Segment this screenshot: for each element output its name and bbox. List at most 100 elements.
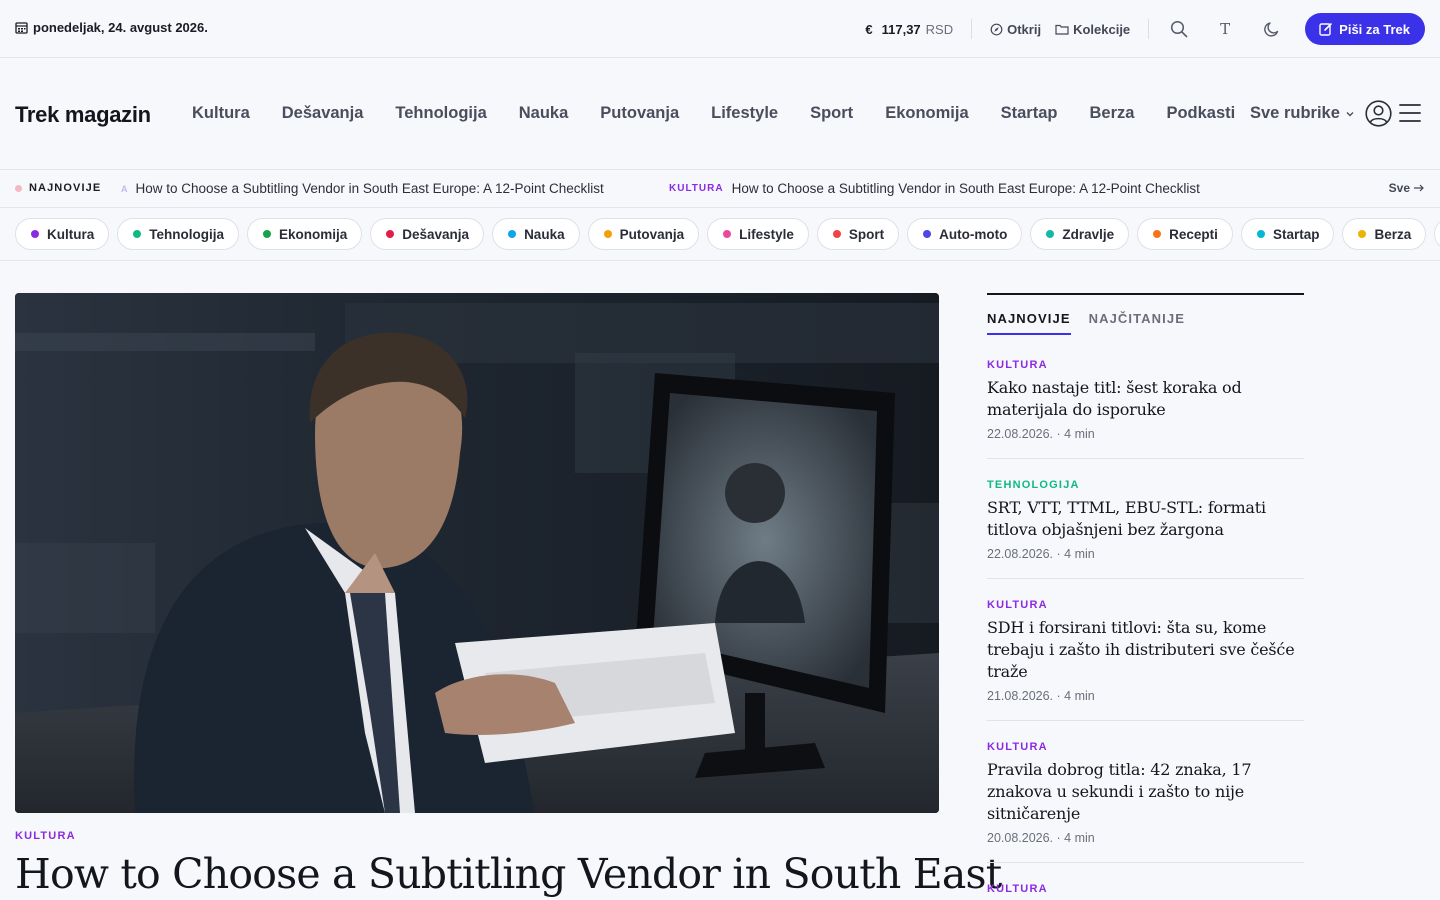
category-chip[interactable]: Ekonomija bbox=[247, 218, 363, 250]
category-color-dot bbox=[508, 230, 517, 238]
article-category[interactable]: KULTURA bbox=[987, 741, 1304, 753]
nav-item-sport[interactable]: Sport bbox=[810, 104, 853, 123]
category-chip-label: Kultura bbox=[47, 226, 95, 242]
article-meta: 22.08.2026. · 4 min bbox=[987, 547, 1095, 561]
site-logo[interactable]: Trek magazin bbox=[15, 102, 151, 128]
hero-image[interactable] bbox=[15, 293, 939, 813]
sidebar-article[interactable]: KULTURA Kako nastaje titl: šest koraka od… bbox=[987, 335, 1304, 459]
ticker-label-text: NAJNOVIJE bbox=[29, 182, 102, 194]
currency-value: 117,37 bbox=[881, 21, 921, 37]
article-title[interactable]: SDH i forsirani titlovi: šta su, kome tr… bbox=[987, 617, 1304, 683]
category-color-dot bbox=[723, 230, 732, 238]
folder-icon bbox=[1055, 23, 1069, 35]
category-color-dot bbox=[832, 230, 841, 238]
article-meta: 22.08.2026. · 4 min bbox=[987, 427, 1095, 441]
sidebar-article[interactable]: TEHNOLOGIJA SRT, VTT, TTML, EBU-STL: form… bbox=[987, 459, 1304, 579]
nav-item-nauka[interactable]: Nauka bbox=[519, 104, 569, 123]
menu-button[interactable] bbox=[1398, 102, 1422, 124]
nav-item-kultura[interactable]: Kultura bbox=[192, 104, 250, 123]
latest-articles-sidebar: NAJNOVIJE NAJČITANIJE KULTURA Kako nastaj… bbox=[987, 293, 1304, 900]
nav-item-lifestyle[interactable]: Lifestyle bbox=[711, 104, 778, 123]
hero-title[interactable]: How to Choose a Subtitling Vendor in Sou… bbox=[15, 850, 1002, 898]
category-chip[interactable]: Dešavanja bbox=[370, 218, 485, 250]
euro-symbol: € bbox=[865, 21, 873, 37]
sidebar-article[interactable]: KULTURA SDH i forsirani titlovi: šta su, … bbox=[987, 579, 1304, 721]
category-chip-list: Kultura Tehnologija Ekonomija Dešavanja Nauk… bbox=[15, 218, 1440, 250]
date-text: ponedeljak, 24. avgust 2026. bbox=[33, 20, 208, 35]
tab-latest[interactable]: NAJNOVIJE bbox=[987, 311, 1071, 335]
collections-label: Kolekcije bbox=[1073, 21, 1131, 37]
text-size-icon: T bbox=[1220, 20, 1231, 38]
category-chip-label: Ekonomija bbox=[279, 226, 348, 242]
write-for-trek-label: Piši za Trek bbox=[1339, 21, 1410, 37]
nav-item-podkasti[interactable]: Podkasti bbox=[1166, 104, 1235, 123]
discover-link[interactable]: Otkrij bbox=[990, 22, 1041, 37]
article-title[interactable]: Kako nastaje titl: šest koraka od materi… bbox=[987, 377, 1304, 421]
all-sections-dropdown[interactable]: Sve rubrike bbox=[1250, 104, 1355, 123]
edit-icon bbox=[1319, 22, 1333, 36]
article-category[interactable]: KULTURA bbox=[987, 599, 1304, 611]
article-category[interactable]: KULTURA bbox=[987, 359, 1304, 371]
main-nav: Kultura Dešavanja Tehnologija Nauka Puto… bbox=[192, 104, 1267, 123]
arrow-right-icon bbox=[1413, 183, 1425, 193]
nav-item-startap[interactable]: Startap bbox=[1001, 104, 1058, 123]
category-chip[interactable]: Lifestyle bbox=[707, 218, 809, 250]
category-chip[interactable]: Tehnologija bbox=[117, 218, 239, 250]
article-category[interactable]: KULTURA bbox=[987, 883, 1304, 895]
category-color-dot bbox=[386, 230, 395, 238]
article-meta: 21.08.2026. · 4 min bbox=[987, 689, 1095, 703]
sidebar-article-list: KULTURA Kako nastaje titl: šest koraka od… bbox=[987, 335, 1304, 900]
category-chip-label: Dešavanja bbox=[402, 226, 470, 242]
search-button[interactable] bbox=[1167, 17, 1191, 41]
top-actions: € 117,37 RSD Otkrij Kolekcije T Piši za … bbox=[865, 13, 1425, 45]
category-chip[interactable]: Nauka bbox=[492, 218, 580, 250]
category-chip[interactable]: Putovanja bbox=[587, 218, 700, 250]
discover-label: Otkrij bbox=[1007, 21, 1042, 37]
category-chip[interactable]: Berza bbox=[1342, 218, 1427, 250]
dark-mode-toggle[interactable] bbox=[1259, 17, 1283, 41]
category-color-dot bbox=[1046, 230, 1055, 238]
ticker-item-category: A bbox=[121, 183, 128, 194]
nav-item-tehnologija[interactable]: Tehnologija bbox=[395, 104, 486, 123]
article-meta: 20.08.2026. · 4 min bbox=[987, 831, 1095, 845]
collections-link[interactable]: Kolekcije bbox=[1055, 22, 1130, 37]
nav-item-putovanja[interactable]: Putovanja bbox=[600, 104, 679, 123]
sidebar-article[interactable]: KULTURA bbox=[987, 863, 1304, 900]
nav-item-berza[interactable]: Berza bbox=[1089, 104, 1134, 123]
ticker-label: NAJNOVIJE bbox=[15, 182, 101, 194]
category-chip[interactable]: Kultura bbox=[15, 218, 110, 250]
moon-icon bbox=[1263, 21, 1280, 38]
category-color-dot bbox=[923, 230, 932, 238]
nav-item-desavanja[interactable]: Dešavanja bbox=[282, 104, 364, 123]
divider bbox=[1148, 19, 1150, 39]
category-chip-label: Putovanja bbox=[619, 226, 685, 242]
article-category[interactable]: TEHNOLOGIJA bbox=[987, 479, 1304, 491]
category-chip-label: Nauka bbox=[524, 226, 565, 242]
write-for-trek-button[interactable]: Piši za Trek bbox=[1305, 13, 1425, 45]
category-chip[interactable]: Zdravlje bbox=[1030, 218, 1130, 250]
category-chip[interactable]: Auto-moto bbox=[907, 218, 1023, 250]
hero-category[interactable]: KULTURA bbox=[15, 830, 76, 842]
category-chip-label: Berza bbox=[1374, 226, 1412, 242]
category-chip[interactable]: Satira bbox=[1434, 218, 1440, 250]
calendar-icon bbox=[15, 21, 28, 34]
news-ticker: NAJNOVIJE A How to Choose a Subtitling V… bbox=[0, 170, 1440, 208]
tab-most-read[interactable]: NAJČITANIJE bbox=[1089, 311, 1185, 335]
search-icon bbox=[1170, 20, 1188, 38]
user-icon bbox=[1365, 100, 1392, 127]
text-size-button[interactable]: T bbox=[1213, 17, 1237, 41]
sidebar-article[interactable]: KULTURA Pravila dobrog titla: 42 znaka, 1… bbox=[987, 721, 1304, 863]
currency-unit: RSD bbox=[925, 21, 954, 37]
ticker-item[interactable]: KULTURA How to Choose a Subtitling Vendo… bbox=[669, 181, 1200, 196]
category-chip[interactable]: Sport bbox=[816, 218, 900, 250]
compass-icon bbox=[990, 23, 1003, 36]
ticker-all-link[interactable]: Sve bbox=[1389, 181, 1425, 195]
nav-item-ekonomija[interactable]: Ekonomija bbox=[885, 104, 968, 123]
ticker-item[interactable]: A How to Choose a Subtitling Vendor in S… bbox=[121, 181, 604, 196]
category-chip[interactable]: Startap bbox=[1240, 218, 1335, 250]
user-account-button[interactable] bbox=[1365, 100, 1392, 127]
article-title[interactable]: SRT, VTT, TTML, EBU-STL: formati titlova… bbox=[987, 497, 1304, 541]
article-title[interactable]: Pravila dobrog titla: 42 znaka, 17 znako… bbox=[987, 759, 1304, 825]
category-chip-label: Auto-moto bbox=[939, 226, 1008, 242]
category-chip[interactable]: Recepti bbox=[1137, 218, 1233, 250]
